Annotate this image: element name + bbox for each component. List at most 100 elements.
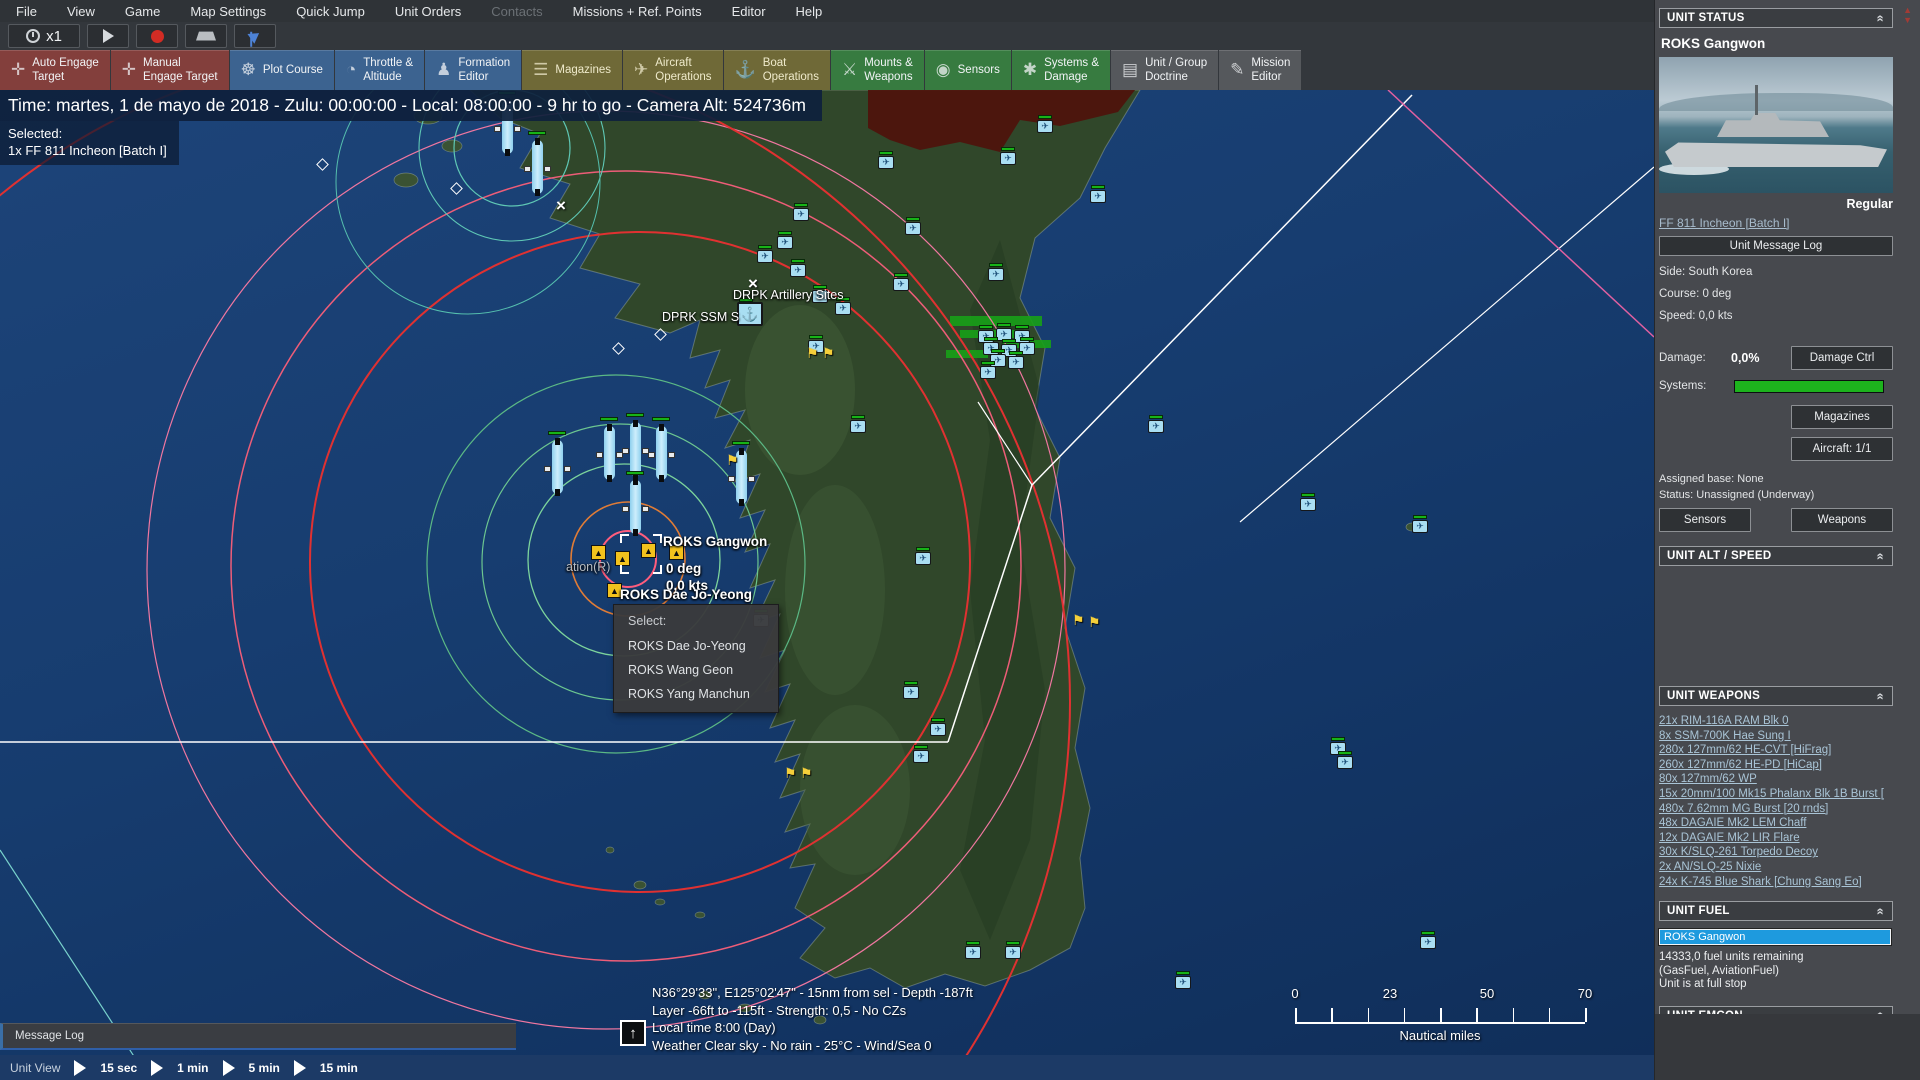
facility-icon[interactable]: ✈	[988, 263, 1004, 281]
play-button[interactable]	[87, 24, 129, 48]
weapon-link[interactable]: 260x 127mm/62 HE-PD [HiCap]	[1659, 758, 1893, 773]
collapse-icon[interactable]: «	[1874, 907, 1889, 915]
speed-option[interactable]: 15 sec	[100, 1061, 137, 1075]
unit-group-doctrine-button[interactable]: ▤ Unit / Group Doctrine	[1111, 50, 1219, 90]
facility-icon[interactable]: ✈	[790, 259, 806, 277]
facility-icon[interactable]: ✈	[905, 217, 921, 235]
bookmark-button[interactable]	[234, 24, 276, 48]
facility-icon[interactable]: ✈	[850, 415, 866, 433]
unit-class-link[interactable]: FF 811 Incheon [Batch I]	[1659, 216, 1893, 230]
speed-step-icon[interactable]	[74, 1059, 87, 1076]
facility-icon[interactable]: ✈	[1175, 971, 1191, 989]
auto-engage-target-button[interactable]: ✛ Auto Engage Target	[0, 50, 110, 90]
menu-map-settings[interactable]: Map Settings	[190, 4, 266, 19]
unit-weapons-panel-header[interactable]: UNIT WEAPONS «	[1659, 686, 1893, 706]
flag-unit-icon[interactable]: ⚑	[726, 452, 739, 469]
friendly-ship-icon[interactable]	[648, 417, 675, 482]
message-log-bar[interactable]: Message Log	[0, 1023, 516, 1050]
magazines-button[interactable]: ☰ Magazines	[522, 50, 623, 90]
record-button[interactable]	[136, 24, 178, 48]
facility-icon[interactable]: ✈	[1148, 415, 1164, 433]
facility-icon[interactable]: ✈	[913, 745, 929, 763]
context-menu-item[interactable]: ROKS Yang Manchun	[614, 682, 778, 706]
ssm-site-icon[interactable]: ⚓	[737, 298, 763, 326]
facility-icon[interactable]: ✈	[893, 273, 909, 291]
facility-icon[interactable]: ✈	[1337, 751, 1353, 769]
time-compression-button[interactable]: x1	[8, 24, 80, 48]
expand-status-button[interactable]: ↑	[620, 1020, 646, 1046]
magazines-button[interactable]: Magazines	[1791, 405, 1893, 429]
selected-group-ship-icon[interactable]: ▲	[591, 545, 606, 560]
weapon-link[interactable]: 15x 20mm/100 Mk15 Phalanx Blk 1B Burst [	[1659, 787, 1893, 802]
sensors-button[interactable]: Sensors	[1659, 508, 1751, 532]
boat-operations-button[interactable]: ⚓ Boat Operations	[723, 50, 830, 90]
collapse-icon[interactable]: «	[1874, 552, 1889, 560]
menu-quick-jump[interactable]: Quick Jump	[296, 4, 365, 19]
scroll-down-icon[interactable]: ▼	[1903, 16, 1912, 25]
facility-icon[interactable]: ✈	[980, 361, 996, 379]
unit-fuel-panel-header[interactable]: UNIT FUEL «	[1659, 901, 1893, 922]
facility-icon[interactable]: ✈	[1420, 931, 1436, 949]
weapon-link[interactable]: 480x 7.62mm MG Burst [20 rnds]	[1659, 802, 1893, 817]
facility-icon[interactable]: ✈	[1090, 185, 1106, 203]
speed-step-icon[interactable]	[151, 1059, 164, 1076]
context-menu-item[interactable]: ROKS Dae Jo-Yeong	[614, 634, 778, 658]
flag-unit-icon[interactable]: ⚑	[1088, 614, 1101, 631]
weapon-link[interactable]: 24x K-745 Blue Shark [Chung Sang Eo]	[1659, 875, 1893, 890]
weapon-link[interactable]: 12x DAGAIE Mk2 LIR Flare	[1659, 831, 1893, 846]
facility-icon[interactable]: ✈	[878, 151, 894, 169]
scroll-up-icon[interactable]: ▲	[1903, 6, 1912, 15]
facility-icon[interactable]: ✈	[965, 941, 981, 959]
friendly-ship-icon[interactable]	[622, 471, 649, 536]
facility-icon[interactable]: ✈	[915, 547, 931, 565]
friendly-ship-icon[interactable]	[622, 413, 649, 478]
mission-editor-button[interactable]: ✎ Mission Editor	[1219, 50, 1302, 90]
aircraft-button[interactable]: Aircraft: 1/1	[1791, 437, 1893, 461]
menu-game[interactable]: Game	[125, 4, 160, 19]
facility-icon[interactable]: ✈	[903, 681, 919, 699]
friendly-ship-icon[interactable]	[596, 417, 623, 482]
facility-icon[interactable]: ✈	[1008, 351, 1024, 369]
unit-message-log-button[interactable]: Unit Message Log	[1659, 236, 1893, 256]
weapon-link[interactable]: 8x SSM-700K Hae Sung I	[1659, 729, 1893, 744]
flag-unit-icon[interactable]: ⚑	[800, 765, 813, 782]
formation-editor-button[interactable]: ♟ Formation Editor	[425, 50, 522, 90]
collapse-icon[interactable]: «	[1874, 692, 1889, 700]
throttle-altitude-button[interactable]: ◔ Throttle & Altitude	[334, 50, 425, 90]
fuel-selected-unit[interactable]: ROKS Gangwon	[1658, 928, 1892, 947]
speed-option[interactable]: 15 min	[320, 1061, 358, 1075]
menu-file[interactable]: File	[16, 4, 37, 19]
facility-icon[interactable]: ✈	[1300, 493, 1316, 511]
weapon-link[interactable]: 80x 127mm/62 WP	[1659, 772, 1893, 787]
weapon-link[interactable]: 21x RIM-116A RAM Blk 0	[1659, 714, 1893, 729]
weapon-link[interactable]: 30x K/SLQ-261 Torpedo Decoy	[1659, 845, 1893, 860]
menu-help[interactable]: Help	[796, 4, 823, 19]
weapon-link[interactable]: 48x DAGAIE Mk2 LEM Chaff	[1659, 816, 1893, 831]
mounts-weapons-button[interactable]: ⚔ Mounts & Weapons	[830, 50, 924, 90]
manual-engage-target-button[interactable]: ✛ Manual Engage Target	[110, 50, 229, 90]
friendly-ship-icon[interactable]	[544, 431, 571, 496]
flag-unit-icon[interactable]: ⚑	[1072, 612, 1085, 629]
menu-unit-orders[interactable]: Unit Orders	[395, 4, 461, 19]
sidebar-scrollbar[interactable]: ▲ ▼	[1903, 6, 1912, 25]
facility-icon[interactable]: ✈	[835, 297, 851, 315]
speed-option[interactable]: 5 min	[249, 1061, 280, 1075]
speed-step-icon[interactable]	[222, 1059, 235, 1076]
facility-icon[interactable]: ✈	[793, 203, 809, 221]
collapse-icon[interactable]: «	[1874, 14, 1889, 22]
facility-icon[interactable]: ✈	[1037, 115, 1053, 133]
menu-view[interactable]: View	[67, 4, 95, 19]
context-menu-item[interactable]: ROKS Wang Geon	[614, 658, 778, 682]
flag-unit-icon[interactable]: ⚑	[784, 765, 797, 782]
unit-alt-speed-panel-header[interactable]: UNIT ALT / SPEED «	[1659, 546, 1893, 566]
damage-ctrl-button[interactable]: Damage Ctrl	[1791, 346, 1893, 370]
systems-damage-button[interactable]: ✱ Systems & Damage	[1011, 50, 1111, 90]
facility-icon[interactable]: ✈	[930, 718, 946, 736]
menu-missions-ref-points[interactable]: Missions + Ref. Points	[573, 4, 702, 19]
speed-step-icon[interactable]	[293, 1059, 306, 1076]
facility-icon[interactable]: ✈	[757, 245, 773, 263]
friendly-ship-icon[interactable]	[524, 131, 551, 196]
menu-editor[interactable]: Editor	[732, 4, 766, 19]
flag-unit-icon[interactable]: ⚑	[806, 345, 819, 362]
map-viewport[interactable]: ✈✈✈✈✈✈✈✈✈✈✈✈✈✈✈✈✈✈✈✈✈✈✈✈✈✈✈✈✈✈✈✈✈✈✈✈✈✈⚓▲…	[0, 90, 1654, 1080]
